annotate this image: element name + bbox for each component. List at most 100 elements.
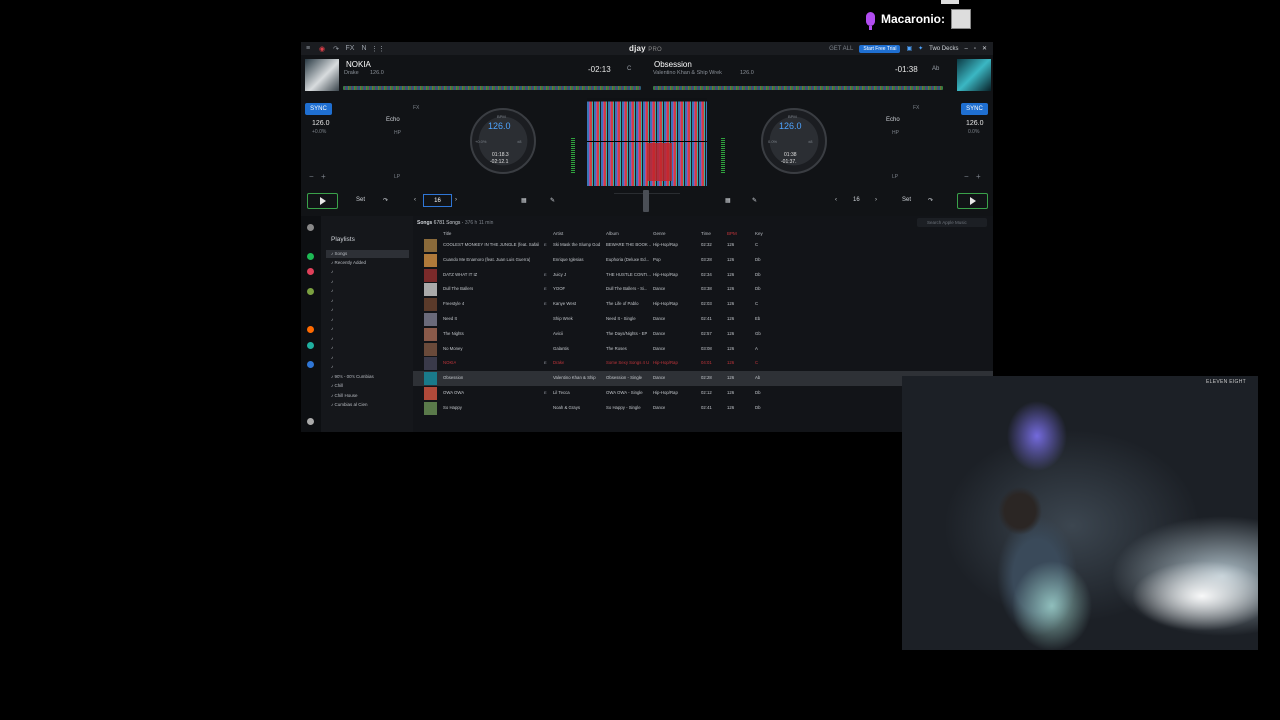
cell-genre: Hip-Hop/Rap (653, 301, 678, 307)
neural-mix-icon[interactable]: N (357, 42, 371, 55)
settings-icon[interactable] (307, 418, 314, 425)
playlist-item[interactable]: ♪ 90's - 00's Cumbias (331, 374, 374, 379)
deck-left-loop-length[interactable]: 16 (423, 194, 452, 207)
column-header-artist[interactable]: Artist (553, 231, 563, 236)
cell-artist: Enrique Iglesias (553, 256, 584, 262)
deck-right-pitch-minus[interactable]: − (964, 172, 969, 181)
library-icon[interactable] (307, 224, 314, 231)
playlist-item[interactable]: ♪ Recently Added (331, 260, 366, 265)
maximize-icon[interactable]: ▫ (974, 46, 976, 52)
column-header-bpm[interactable]: BPM (727, 231, 737, 236)
table-row[interactable]: No Money Galantis The Roses Dance 03:08 126 A (413, 342, 993, 357)
track-artwork (424, 342, 437, 356)
column-header-album[interactable]: Album (606, 231, 619, 236)
playlist-item[interactable]: ♪ Chill (331, 383, 343, 388)
playlist-item[interactable]: ♪ (331, 288, 333, 293)
deck-right-play-button[interactable] (957, 193, 988, 209)
deck-left-sampler-icon[interactable]: ▦ (521, 197, 527, 204)
explicit-badge: E (544, 242, 547, 247)
table-row[interactable]: Dull The Ballers YOOF Dull The Ballers - S… (413, 282, 993, 297)
cell-genre: Dance (653, 375, 666, 381)
monitor-icon[interactable]: ▣ (906, 45, 912, 52)
deck-left-pitch-plus[interactable]: + (321, 172, 326, 181)
music-icon[interactable] (307, 268, 314, 275)
deck-right-overview-waveform[interactable] (653, 86, 943, 90)
crossfader-knob[interactable] (643, 190, 649, 212)
deck-right-loop-icon[interactable]: ↷ (928, 197, 933, 204)
table-row[interactable]: Freestyle 4 Kanye West The Life of Pablo Hi… (413, 297, 993, 312)
center-waveform[interactable] (587, 98, 707, 186)
start-free-trial-button[interactable]: Start Free Trial (859, 44, 901, 53)
deck-right-loop-length[interactable]: 16 (853, 197, 860, 203)
deck-right-loop-prev[interactable]: ‹ (835, 197, 837, 203)
table-row[interactable]: The Nights Avicii The Days/Nights - EP Danc… (413, 327, 993, 342)
playlist-item[interactable]: ♪ (331, 326, 333, 331)
cell-time: 02:41 (701, 316, 712, 321)
playlist-item[interactable]: ♪ (331, 279, 333, 284)
deck-left-loop-next[interactable]: › (455, 197, 457, 203)
deck-left-set-button[interactable]: Set (356, 197, 365, 203)
playlist-item[interactable]: ♪ (331, 355, 333, 360)
cell-title: Freestyle 4 (443, 301, 465, 307)
deck-left-pitch-minus[interactable]: − (309, 172, 314, 181)
column-header-title[interactable]: Title (443, 231, 451, 236)
deck-right-fx-select[interactable]: Echo (886, 117, 900, 123)
record-icon[interactable]: ◉ (315, 42, 329, 55)
table-row[interactable]: Need It Ship Wrek Need It - Single Dance 02:… (413, 312, 993, 327)
table-row[interactable]: DATZ WHAT IT IZ Juicy J THE HUSTLE CONTI..… (413, 268, 993, 283)
deck-right-fx-tag[interactable]: FX (913, 105, 919, 111)
deck-left-fx-select[interactable]: Echo (386, 117, 400, 123)
playlist-item[interactable]: ♪ (331, 269, 333, 274)
playlist-item[interactable]: ♪ (331, 317, 333, 322)
microphone-icon (866, 12, 875, 30)
playlist-item[interactable]: ♪ (331, 298, 333, 303)
grid-icon[interactable]: ⋮⋮ (371, 42, 385, 55)
automix-icon[interactable]: ↷ (329, 42, 343, 55)
table-row[interactable]: NOKIA Drake Some Sexy Songs 4 U Hip-Hop/Rap… (413, 356, 993, 371)
deck-right-set-button[interactable]: Set (902, 197, 911, 203)
deck-left-loop-prev[interactable]: ‹ (414, 197, 416, 203)
soundcloud-icon[interactable] (307, 326, 314, 333)
playlist-item[interactable]: ♪ (331, 364, 333, 369)
search-input[interactable]: Search Apple Music (917, 218, 987, 227)
sparkle-icon[interactable]: ✦ (918, 45, 923, 52)
playlist-item[interactable]: ♪ Cumbias al Cien (331, 402, 368, 407)
explicit-badge: E (544, 360, 547, 366)
deck-left-pencil-icon[interactable]: ✎ (550, 197, 555, 204)
cell-album: The Days/Nights - EP (606, 330, 648, 336)
playlist-item[interactable]: ♪ (331, 345, 333, 350)
playlist-item[interactable]: ♪ (331, 336, 333, 341)
track-artwork (424, 253, 437, 267)
deck-left-sync-button[interactable]: SYNC (305, 103, 332, 115)
deck-left-loop-icon[interactable]: ↷ (383, 197, 388, 204)
deck-left-play-button[interactable] (307, 193, 338, 209)
column-header-genre[interactable]: Genre (653, 231, 666, 236)
deck-left-fx-tag[interactable]: FX (413, 105, 419, 111)
table-row[interactable]: COOLEST MONKEY IN THE JUNGLE (feat. Safa… (413, 238, 993, 253)
fx-icon[interactable]: FX (343, 42, 357, 55)
deck-right-sync-button[interactable]: SYNC (961, 103, 988, 115)
cell-album: Obsession - Single (606, 375, 643, 381)
cell-album: Euphoria (Deluxe Ed... (606, 256, 650, 262)
files-icon[interactable] (307, 361, 314, 368)
layout-select[interactable]: Two Decks (929, 46, 958, 52)
deck-right-pitch-plus[interactable]: + (976, 172, 981, 181)
cell-artist: Drake (553, 360, 565, 366)
menu-icon[interactable]: ≡ (301, 42, 315, 55)
playlist-item[interactable]: ♪ Songs (326, 250, 409, 258)
column-header-key[interactable]: Key (755, 231, 763, 236)
deck-right-loop-next[interactable]: › (875, 197, 877, 203)
minimize-icon[interactable]: – (964, 46, 967, 52)
table-row[interactable]: Cuando Me Enamoro (feat. Juan Luis Guerr… (413, 253, 993, 268)
deck-right-pencil-icon[interactable]: ✎ (752, 197, 757, 204)
column-header-time[interactable]: Time (701, 231, 711, 236)
close-icon[interactable]: ✕ (982, 45, 987, 52)
spotify-icon[interactable] (307, 253, 314, 260)
deck-left-jog-range: ±8 (517, 139, 522, 144)
playlist-item[interactable]: ♪ (331, 307, 333, 312)
tidal-icon[interactable] (307, 342, 314, 349)
beatport-icon[interactable] (307, 288, 314, 295)
playlist-item[interactable]: ♪ Chill House (331, 393, 358, 398)
deck-right-sampler-icon[interactable]: ▦ (725, 197, 731, 204)
deck-left-overview-waveform[interactable] (343, 86, 641, 90)
